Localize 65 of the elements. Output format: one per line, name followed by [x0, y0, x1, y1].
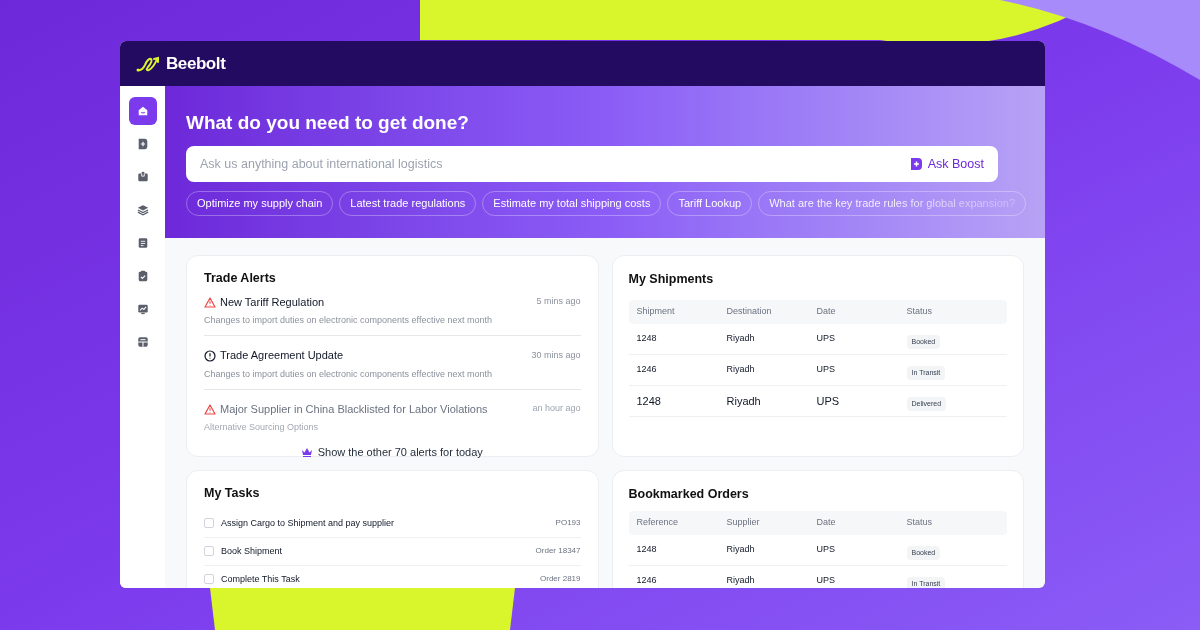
- task-checkbox[interactable]: [204, 574, 214, 585]
- table-cell-text: Riyadh: [726, 332, 756, 345]
- crown-icon: [301, 448, 312, 457]
- alert-detail: Changes to import duties on electronic components effective next month: [204, 315, 493, 327]
- column-header: Date: [816, 516, 837, 529]
- task-reference: Order 2819: [540, 573, 581, 586]
- show-more-alerts-link[interactable]: Show the other 70 alerts for today: [301, 444, 483, 461]
- alert-time: 30 mins ago: [531, 348, 581, 362]
- table-cell-text: 1246: [636, 574, 658, 587]
- layers-icon: [136, 204, 149, 216]
- table-cell-text: UPS: [816, 393, 841, 409]
- table-cell-text: UPS: [816, 543, 836, 556]
- alert-time: 5 mins ago: [536, 295, 581, 309]
- card-title: Bookmarked Orders: [628, 486, 750, 503]
- alert-title: New Tariff Regulation: [220, 294, 325, 310]
- table-cell-text: Riyadh: [726, 574, 756, 587]
- alert-detail: Changes to import duties on electronic components effective next month: [204, 368, 493, 380]
- task-reference: PO193: [555, 517, 581, 530]
- task-checkbox[interactable]: [204, 546, 214, 557]
- table-cell-text: Riyadh: [726, 543, 756, 556]
- column-header: Date: [816, 305, 837, 318]
- table-cell-text: 1248: [636, 543, 658, 556]
- table-cell-text: UPS: [816, 332, 836, 345]
- task-label: Complete This Task: [221, 572, 300, 586]
- boost-icon: [136, 138, 149, 150]
- chart-icon: [136, 303, 149, 315]
- logo-icon: [136, 54, 162, 73]
- table-cell-text: UPS: [816, 363, 836, 376]
- brand-name: Beebolt: [166, 52, 226, 75]
- table-cell-text: 1248: [636, 332, 658, 345]
- document-icon: [136, 237, 149, 249]
- card-title: Trade Alerts: [204, 270, 277, 287]
- ask-boost-button[interactable]: Ask Boost: [910, 154, 984, 174]
- task-reference: Order 18347: [535, 545, 581, 558]
- alert-title: Major Supplier in China Blacklisted for Labor Violations: [220, 401, 488, 417]
- search-field[interactable]: Ask us anything about international logistics Ask Boost: [186, 146, 998, 182]
- column-header: Status: [906, 305, 933, 318]
- alert-title: Trade Agreement Update: [220, 348, 344, 364]
- column-header: Supplier: [726, 516, 761, 529]
- table-cell-text: 1246: [636, 363, 658, 376]
- column-header: Destination: [726, 305, 773, 318]
- card-title: My Shipments: [628, 271, 715, 288]
- task-label: Assign Cargo to Shipment and pay supplier: [221, 516, 395, 530]
- column-header: Reference: [636, 516, 680, 529]
- home-icon: [136, 105, 149, 117]
- task-checkbox[interactable]: [204, 518, 214, 529]
- table-cell-text: Riyadh: [726, 393, 762, 409]
- warning-icon: [204, 296, 216, 308]
- table-cell-text: Riyadh: [726, 363, 756, 376]
- clipboard-check-icon: [136, 270, 149, 282]
- task-label: Book Shipment: [221, 544, 283, 558]
- alert-detail: Alternative Sourcing Options: [204, 422, 320, 434]
- column-header: Status: [906, 516, 933, 529]
- alert-circle-icon: [204, 349, 216, 362]
- table-cell-text: UPS: [816, 574, 836, 587]
- alert-time: an hour ago: [532, 402, 581, 416]
- dashboard-icon: [136, 336, 149, 348]
- card-title: My Tasks: [204, 485, 261, 502]
- warning-icon: [204, 403, 216, 415]
- table-cell-text: 1248: [636, 393, 662, 409]
- boost-icon: [910, 158, 922, 170]
- package-icon: [136, 171, 149, 183]
- column-header: Shipment: [636, 305, 676, 318]
- sidebar-item[interactable]: [128, 97, 157, 125]
- hero-title: What do you need to get done?: [186, 111, 470, 135]
